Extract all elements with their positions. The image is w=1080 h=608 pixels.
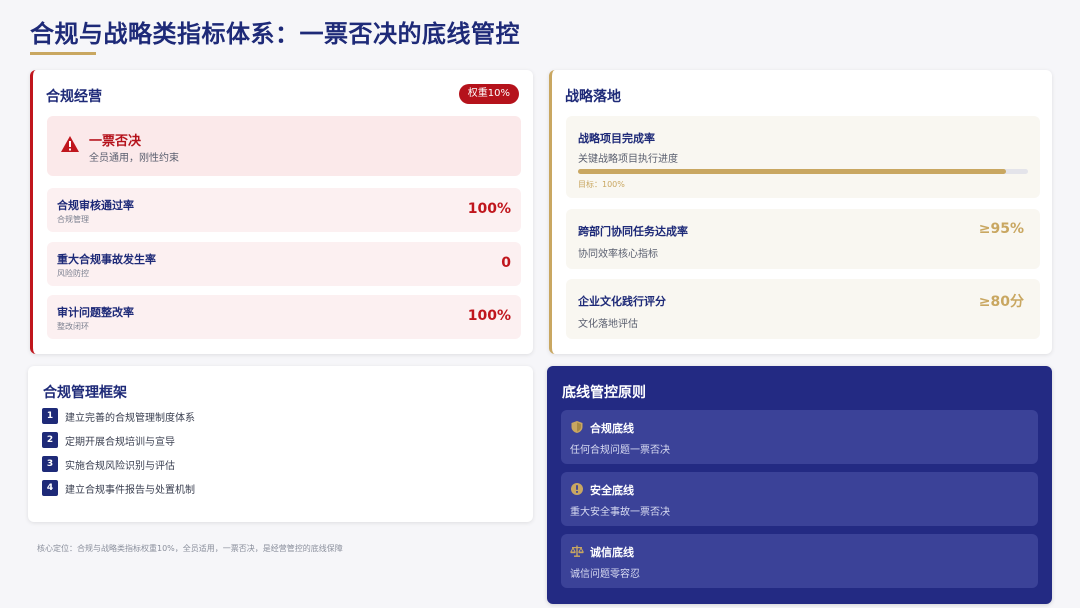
- principle-title: 合规底线: [590, 422, 634, 435]
- strategy-item-sub: 文化落地评估: [578, 319, 638, 330]
- strategy-item-sub: 协同效率核心指标: [578, 249, 658, 260]
- metric-name: 重大合规事故发生率: [57, 253, 156, 266]
- principle-title: 安全底线: [590, 484, 634, 497]
- step-number: 4: [42, 480, 58, 496]
- metric-row: 审计问题整改率 整改闭环 100%: [47, 295, 521, 339]
- step-number: 3: [42, 456, 58, 472]
- strategy-item-name: 跨部门协同任务达成率: [578, 225, 688, 238]
- progress-bar-fill: [578, 169, 1006, 174]
- strategy-item-culture: 企业文化践行评分 文化落地评估 ≥80分: [566, 279, 1040, 339]
- step-number: 2: [42, 432, 58, 448]
- progress-bar: [578, 169, 1028, 174]
- principles-card: 底线管控原则 合规底线 任何合规问题一票否决 安全底线 重大安全事故一票否决 诚…: [547, 366, 1052, 604]
- metric-value: 100%: [467, 308, 511, 324]
- metric-row: 重大合规事故发生率 风险防控 0: [47, 242, 521, 286]
- step-number: 1: [42, 408, 58, 424]
- strategy-card: 战略落地 战略项目完成率 关键战略项目执行进度 目标：100% 跨部门协同任务达…: [549, 70, 1052, 354]
- compliance-card: 合规经营 权重10% 一票否决 全员通用，刚性约束 合规审核通过率 合规管理 1…: [30, 70, 533, 354]
- strategy-item-project: 战略项目完成率 关键战略项目执行进度 目标：100%: [566, 116, 1040, 198]
- metric-sub: 合规管理: [57, 215, 89, 224]
- step-text: 实施合规风险识别与评估: [65, 461, 175, 472]
- weight-badge: 权重10%: [458, 84, 519, 104]
- strategy-item-sub: 关键战略项目执行进度: [578, 154, 678, 165]
- principle-safety: 安全底线 重大安全事故一票否决: [561, 472, 1038, 526]
- strategy-item-value: ≥95%: [978, 221, 1024, 237]
- scales-icon: [570, 545, 584, 557]
- principle-title: 诚信底线: [590, 546, 634, 559]
- title-underline: [30, 52, 96, 55]
- metric-value: 0: [501, 255, 511, 271]
- strategy-item-name: 企业文化践行评分: [578, 295, 666, 308]
- metric-value: 100%: [467, 201, 511, 217]
- principle-sub: 诚信问题零容忍: [570, 569, 640, 580]
- compliance-card-title: 合规经营: [46, 89, 102, 105]
- metric-row: 合规审核通过率 合规管理 100%: [47, 188, 521, 232]
- step-text: 建立完善的合规管理制度体系: [65, 413, 195, 424]
- page-title: 合规与战略类指标体系：一票否决的底线管控: [30, 20, 520, 48]
- step-text: 建立合规事件报告与处置机制: [65, 485, 195, 496]
- metric-name: 合规审核通过率: [57, 199, 134, 212]
- veto-title: 一票否决: [89, 134, 142, 149]
- principle-sub: 重大安全事故一票否决: [570, 507, 670, 518]
- veto-banner: 一票否决 全员通用，刚性约束: [47, 116, 521, 176]
- principles-card-title: 底线管控原则: [562, 385, 646, 401]
- strategy-item-value: ≥80分: [978, 294, 1024, 310]
- veto-subtitle: 全员通用，刚性约束: [89, 153, 179, 164]
- strategy-card-title: 战略落地: [565, 89, 621, 105]
- principle-compliance: 合规底线 任何合规问题一票否决: [561, 410, 1038, 464]
- metric-name: 审计问题整改率: [57, 306, 134, 319]
- strategy-item-collab: 跨部门协同任务达成率 协同效率核心指标 ≥95%: [566, 209, 1040, 269]
- strategy-item-name: 战略项目完成率: [578, 132, 655, 145]
- progress-target: 目标：100%: [578, 180, 625, 189]
- metric-sub: 风险防控: [57, 269, 89, 278]
- alert-circle-icon: [571, 483, 583, 495]
- shield-icon: [571, 421, 583, 433]
- step-text: 定期开展合规培训与宣导: [65, 437, 175, 448]
- footnote: 核心定位：合规与战略类指标权重10%，全员适用，一票否决，是经营管控的底线保障: [37, 544, 343, 553]
- framework-card: 合规管理框架 1 建立完善的合规管理制度体系 2 定期开展合规培训与宣导 3 实…: [28, 366, 533, 522]
- principle-integrity: 诚信底线 诚信问题零容忍: [561, 534, 1038, 588]
- warning-icon: [61, 136, 79, 152]
- principle-sub: 任何合规问题一票否决: [570, 445, 670, 456]
- framework-card-title: 合规管理框架: [43, 385, 127, 401]
- metric-sub: 整改闭环: [57, 322, 89, 331]
